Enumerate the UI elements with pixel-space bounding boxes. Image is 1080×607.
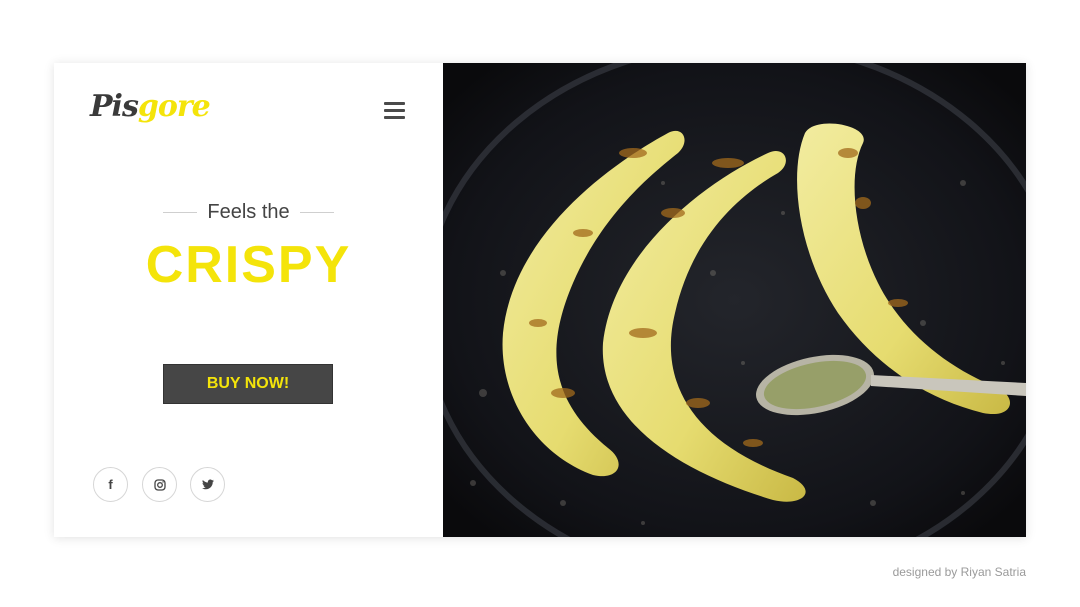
logo[interactable]: Pisgore (90, 87, 211, 127)
divider-left (163, 212, 198, 213)
left-panel: Pisgore Feels the CRISPY BUY NOW! f (54, 63, 443, 537)
landing-card: Pisgore Feels the CRISPY BUY NOW! f (54, 63, 1026, 537)
headline: CRISPY (145, 236, 352, 294)
facebook-icon: f (108, 477, 113, 492)
hero-photo (443, 63, 1026, 537)
instagram-button[interactable] (142, 467, 177, 502)
tagline: Feels the (54, 201, 443, 224)
twitter-button[interactable] (190, 467, 225, 502)
hamburger-menu-icon[interactable] (384, 102, 405, 119)
designer-credit: designed by Riyan Satria (892, 565, 1026, 579)
logo-part-2: gore (137, 89, 211, 124)
facebook-button[interactable]: f (93, 467, 128, 502)
logo-part-1: Pis (90, 89, 139, 124)
twitter-icon (201, 479, 214, 490)
fried-banana-image (443, 63, 1026, 537)
buy-now-button[interactable]: BUY NOW! (163, 364, 333, 404)
instagram-icon (153, 478, 166, 491)
tagline-text: Feels the (207, 201, 290, 223)
divider-right (299, 212, 334, 213)
